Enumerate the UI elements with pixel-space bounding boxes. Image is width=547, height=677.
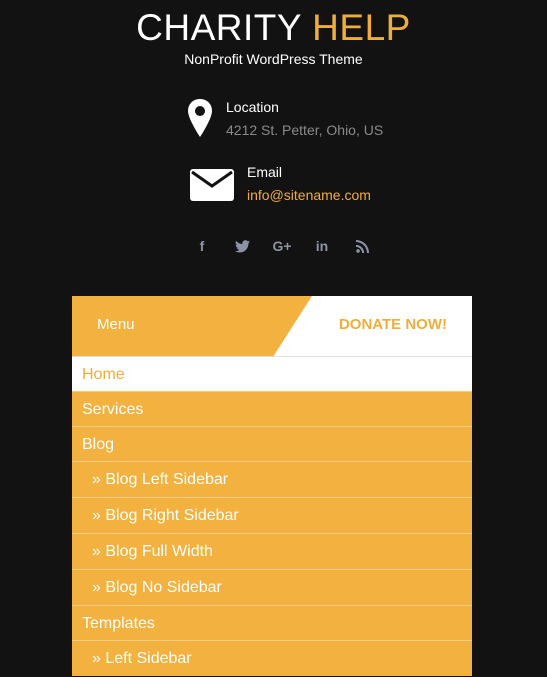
google-plus-icon[interactable]: G+ bbox=[262, 236, 302, 256]
facebook-icon[interactable]: f bbox=[182, 236, 222, 256]
site-branding: CHARITY HELP NonProfit WordPress Theme bbox=[0, 6, 547, 67]
envelope-icon bbox=[190, 169, 234, 206]
main-navbar: Menu DONATE NOW! bbox=[72, 296, 472, 356]
menu-item-services[interactable]: Services bbox=[72, 391, 472, 426]
site-title[interactable]: CHARITY HELP bbox=[0, 6, 547, 50]
twitter-icon[interactable] bbox=[222, 236, 262, 256]
menu-item-left-sidebar[interactable]: » Left Sidebar bbox=[72, 640, 472, 676]
menu-item-templates[interactable]: Templates bbox=[72, 605, 472, 640]
menu-item-blog-no-sidebar[interactable]: » Blog No Sidebar bbox=[72, 569, 472, 605]
menu-toggle-button[interactable]: Menu bbox=[97, 316, 135, 333]
email-label: Email bbox=[247, 164, 283, 180]
location-label: Location bbox=[226, 99, 279, 115]
site-title-orange: HELP bbox=[312, 7, 411, 48]
location-pin-icon bbox=[188, 99, 212, 142]
site-tagline: NonProfit WordPress Theme bbox=[184, 51, 363, 67]
donate-button[interactable]: DONATE NOW! bbox=[339, 316, 447, 333]
nav-menu-list: Home Services Blog » Blog Left Sidebar »… bbox=[72, 356, 472, 676]
location-value: 4212 St. Petter, Ohio, US bbox=[226, 122, 384, 138]
rss-icon[interactable] bbox=[342, 236, 382, 256]
menu-item-blog-right-sidebar[interactable]: » Blog Right Sidebar bbox=[72, 497, 472, 533]
site-title-white: CHARITY bbox=[136, 7, 302, 48]
menu-item-blog[interactable]: Blog bbox=[72, 426, 472, 461]
linkedin-icon[interactable]: in bbox=[302, 236, 342, 256]
email-value[interactable]: info@sitename.com bbox=[247, 187, 371, 203]
menu-item-home[interactable]: Home bbox=[72, 356, 472, 391]
menu-item-blog-left-sidebar[interactable]: » Blog Left Sidebar bbox=[72, 461, 472, 497]
menu-item-blog-full-width[interactable]: » Blog Full Width bbox=[72, 533, 472, 569]
social-links: f G+ in bbox=[182, 236, 382, 256]
